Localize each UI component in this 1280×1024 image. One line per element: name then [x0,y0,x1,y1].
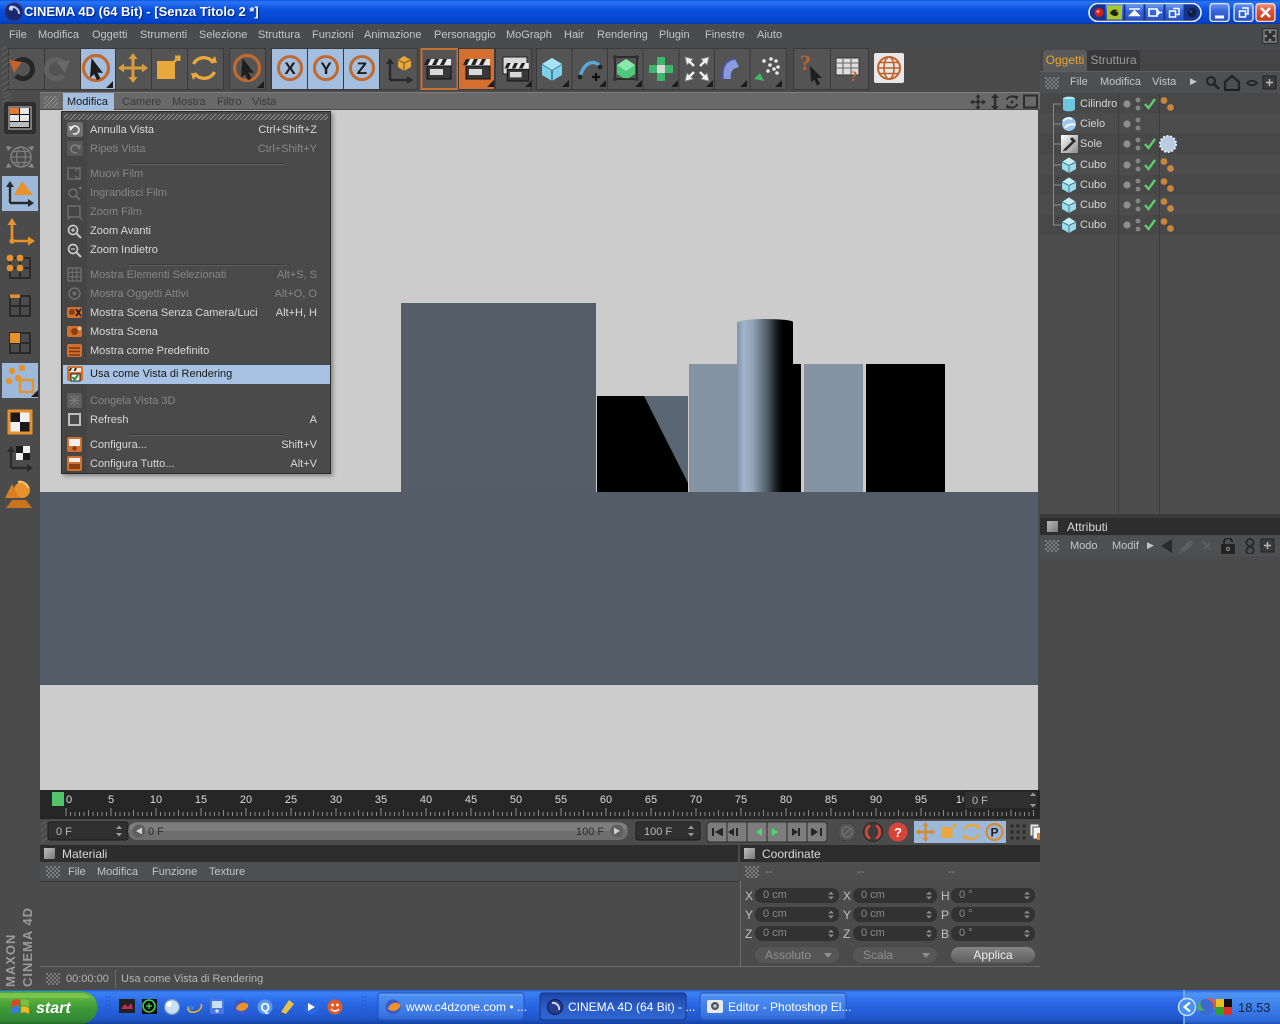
svg-text:75: 75 [735,794,747,806]
svg-text:10: 10 [150,794,162,806]
svg-text:95: 95 [915,794,927,806]
svg-text:0 F: 0 F [972,795,988,807]
svg-text:35: 35 [375,794,387,806]
svg-text:65: 65 [645,794,657,806]
svg-text:?: ? [894,825,902,840]
svg-text:60: 60 [600,794,612,806]
svg-text:18.53: 18.53 [1238,1000,1271,1015]
svg-text:80: 80 [780,794,792,806]
svg-text:?: ? [850,69,858,85]
svg-text:100 F: 100 F [644,826,672,838]
svg-text:20: 20 [240,794,252,806]
svg-text:15: 15 [195,794,207,806]
svg-text:Editor - Photoshop El...: Editor - Photoshop El... [728,1000,851,1014]
svg-text:45: 45 [465,794,477,806]
svg-text:Q: Q [261,1001,270,1015]
svg-text:Z: Z [357,59,367,78]
svg-text:0 F: 0 F [56,826,72,838]
svg-text:P: P [990,826,998,840]
svg-text:CINEMA 4D (64 Bit) - ...: CINEMA 4D (64 Bit) - ... [568,1000,695,1014]
svg-text:start: start [36,1000,71,1017]
svg-text:0 F: 0 F [148,826,164,838]
svg-text:www.c4dzone.com • ...: www.c4dzone.com • ... [405,1000,527,1014]
svg-text:85: 85 [825,794,837,806]
svg-text:70: 70 [690,794,702,806]
svg-text:5: 5 [108,794,114,806]
svg-text:55: 55 [555,794,567,806]
svg-text:X: X [284,59,296,78]
svg-text:25: 25 [285,794,297,806]
svg-text:90: 90 [870,794,882,806]
svg-text:50: 50 [510,794,522,806]
svg-text:?: ? [800,50,811,75]
svg-text:100 F: 100 F [576,826,604,838]
svg-text:30: 30 [330,794,342,806]
svg-text:40: 40 [420,794,432,806]
svg-text:0: 0 [66,794,72,806]
svg-text:Y: Y [320,59,332,78]
